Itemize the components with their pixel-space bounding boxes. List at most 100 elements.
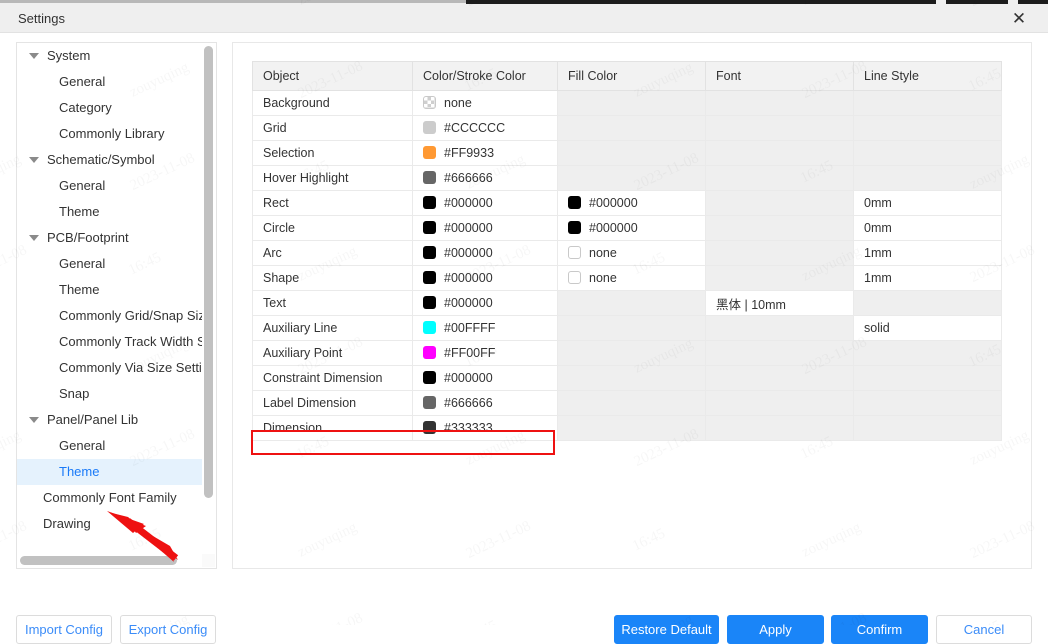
cell-line-style[interactable]: 1mm	[853, 265, 1002, 291]
cell-stroke-color[interactable]: #000000	[412, 215, 558, 241]
table-row[interactable]: Grid #CCCCCC	[252, 115, 1002, 141]
cell-line-style[interactable]: 1mm	[853, 240, 1002, 266]
cell-font[interactable]: 黑体 | 10mm	[705, 290, 854, 316]
color-swatch[interactable]	[423, 296, 436, 309]
cell-fill-color[interactable]: none	[557, 240, 706, 266]
color-swatch[interactable]	[423, 171, 436, 184]
color-swatch[interactable]	[568, 196, 581, 209]
cell-stroke-color[interactable]: none	[412, 90, 558, 116]
table-row[interactable]: Background none	[252, 90, 1002, 116]
color-swatch[interactable]	[423, 371, 436, 384]
table-row[interactable]: Selection #FF9933	[252, 140, 1002, 166]
dialog-footer: Import Config Export Config Restore Defa…	[0, 577, 1048, 644]
sidebar-item-theme-9[interactable]: Theme	[17, 277, 202, 303]
sidebar-vertical-scrollbar-thumb[interactable]	[204, 46, 213, 498]
export-config-button[interactable]: Export Config	[120, 615, 216, 644]
sidebar-item-theme-6[interactable]: Theme	[17, 199, 202, 225]
cell-stroke-color[interactable]: #333333	[412, 415, 558, 441]
table-row[interactable]: Auxiliary Line #00FFFF solid	[252, 315, 1002, 341]
color-swatch[interactable]	[423, 321, 436, 334]
sidebar-vertical-scrollbar[interactable]	[202, 44, 215, 556]
color-swatch[interactable]	[568, 221, 581, 234]
sidebar-item-snap-13[interactable]: Snap	[17, 381, 202, 407]
theme-content-panel: Object Color/Stroke Color Fill Color Font Li…	[232, 42, 1032, 569]
cell-stroke-color[interactable]: #000000	[412, 265, 558, 291]
sidebar-item-label: Commonly Track Width Sett	[59, 334, 202, 349]
sidebar-item-commonly-grid-snap-size-s-10[interactable]: Commonly Grid/Snap Size S	[17, 303, 202, 329]
color-swatch[interactable]	[423, 421, 436, 434]
cell-line-style[interactable]: 0mm	[853, 190, 1002, 216]
sidebar-item-theme-16[interactable]: Theme	[17, 459, 202, 485]
sidebar-horizontal-scrollbar-thumb[interactable]	[20, 556, 177, 565]
chevron-down-icon[interactable]	[29, 416, 39, 423]
table-row[interactable]: Auxiliary Point #FF00FF	[252, 340, 1002, 366]
sidebar-item-panel-panel-lib-14[interactable]: Panel/Panel Lib	[17, 407, 202, 433]
color-swatch[interactable]	[423, 146, 436, 159]
table-row[interactable]: Arc #000000 none 1mm	[252, 240, 1002, 266]
cell-line-style	[853, 90, 1002, 116]
table-row[interactable]: Rect #000000 #000000 0mm	[252, 190, 1002, 216]
cell-stroke-color[interactable]: #000000	[412, 240, 558, 266]
table-row[interactable]: Shape #000000 none 1mm	[252, 265, 1002, 291]
cell-stroke-color[interactable]: #00FFFF	[412, 315, 558, 341]
color-swatch[interactable]	[423, 346, 436, 359]
cell-line-style[interactable]: 0mm	[853, 215, 1002, 241]
cell-stroke-color[interactable]: #CCCCCC	[412, 115, 558, 141]
sidebar-item-drawing-18[interactable]: Drawing	[17, 511, 202, 537]
cell-fill-color[interactable]: #000000	[557, 215, 706, 241]
sidebar-item-general-15[interactable]: General	[17, 433, 202, 459]
cell-fill-color[interactable]: none	[557, 265, 706, 291]
cell-stroke-color[interactable]: #FF9933	[412, 140, 558, 166]
cell-stroke-color[interactable]: #000000	[412, 290, 558, 316]
cell-object: Selection	[252, 140, 413, 166]
sidebar-item-category-2[interactable]: Category	[17, 95, 202, 121]
restore-default-button[interactable]: Restore Default	[614, 615, 719, 644]
color-swatch-none[interactable]	[568, 246, 581, 259]
sidebar-item-system-0[interactable]: System	[17, 43, 202, 69]
cancel-button[interactable]: Cancel	[936, 615, 1032, 644]
sidebar-item-label: Commonly Grid/Snap Size S	[59, 308, 202, 323]
table-row[interactable]: Label Dimension #666666	[252, 390, 1002, 416]
cell-stroke-color[interactable]: #666666	[412, 165, 558, 191]
table-row[interactable]: Text #000000 黑体 | 10mm	[252, 290, 1002, 316]
sidebar-item-general-8[interactable]: General	[17, 251, 202, 277]
table-row[interactable]: Hover Highlight #666666	[252, 165, 1002, 191]
sidebar-horizontal-scrollbar[interactable]	[18, 554, 203, 567]
cell-stroke-color[interactable]: #000000	[412, 365, 558, 391]
close-icon[interactable]: ✕	[1000, 4, 1038, 32]
sidebar-item-general-1[interactable]: General	[17, 69, 202, 95]
cell-fill-color[interactable]: #000000	[557, 190, 706, 216]
cell-stroke-color[interactable]: #000000	[412, 190, 558, 216]
table-row[interactable]: Constraint Dimension #000000	[252, 365, 1002, 391]
color-swatch-transparent[interactable]	[423, 96, 436, 109]
sidebar-item-general-5[interactable]: General	[17, 173, 202, 199]
chevron-down-icon[interactable]	[29, 234, 39, 241]
cell-line-style[interactable]: solid	[853, 315, 1002, 341]
confirm-button[interactable]: Confirm	[831, 615, 928, 644]
color-swatch[interactable]	[423, 121, 436, 134]
sidebar-item-commonly-track-width-sett-11[interactable]: Commonly Track Width Sett	[17, 329, 202, 355]
cell-fill-color	[557, 290, 706, 316]
color-swatch[interactable]	[423, 271, 436, 284]
color-swatch[interactable]	[423, 396, 436, 409]
table-row[interactable]: Circle #000000 #000000 0mm	[252, 215, 1002, 241]
color-swatch[interactable]	[423, 246, 436, 259]
sidebar-item-commonly-font-family-17[interactable]: Commonly Font Family	[17, 485, 202, 511]
color-swatch-none[interactable]	[568, 271, 581, 284]
sidebar-item-commonly-library-3[interactable]: Commonly Library	[17, 121, 202, 147]
sidebar-item-commonly-via-size-setting-12[interactable]: Commonly Via Size Setting	[17, 355, 202, 381]
import-config-button[interactable]: Import Config	[16, 615, 112, 644]
sidebar-item-label: Snap	[59, 386, 90, 401]
table-row[interactable]: Dimension #333333	[252, 415, 1002, 441]
sidebar-item-pcb-footprint-7[interactable]: PCB/Footprint	[17, 225, 202, 251]
chevron-down-icon[interactable]	[29, 52, 39, 59]
cell-stroke-color[interactable]: #666666	[412, 390, 558, 416]
cell-object: Auxiliary Line	[252, 315, 413, 341]
color-swatch[interactable]	[423, 221, 436, 234]
sidebar-item-schematic-symbol-4[interactable]: Schematic/Symbol	[17, 147, 202, 173]
cell-font	[705, 340, 854, 366]
color-swatch[interactable]	[423, 196, 436, 209]
chevron-down-icon[interactable]	[29, 156, 39, 163]
apply-button[interactable]: Apply	[727, 615, 824, 644]
cell-stroke-color[interactable]: #FF00FF	[412, 340, 558, 366]
